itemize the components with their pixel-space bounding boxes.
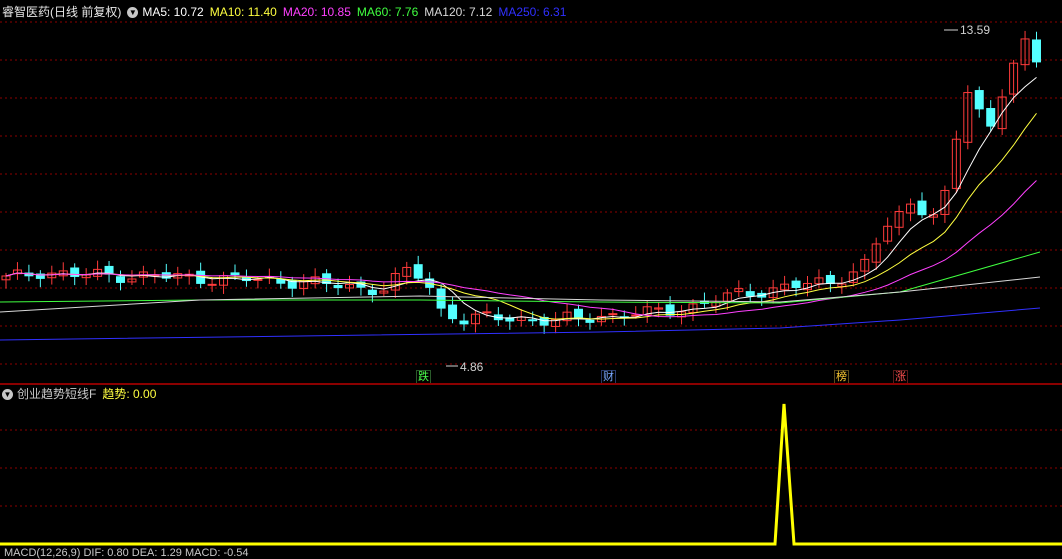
panel-divider — [0, 383, 1062, 385]
low-price-label: 4.86 — [460, 360, 484, 374]
candle-body — [574, 308, 583, 319]
candle-body — [333, 285, 343, 289]
candle-body — [986, 108, 996, 127]
candle-body — [448, 304, 458, 320]
candle-body — [665, 304, 675, 316]
candle-body — [608, 313, 618, 316]
candle-body — [528, 319, 538, 322]
candle-body — [917, 200, 927, 216]
candle-body — [482, 311, 492, 314]
candle-body — [367, 289, 377, 296]
high-price-label: 13.59 — [960, 23, 991, 37]
ma60-line — [0, 251, 1041, 304]
candle-body — [436, 288, 446, 309]
macd-footer: MACD(12,26,9) DIF: 0.80 DEA: 1.29 MACD: … — [4, 547, 249, 559]
ma20-line — [5, 180, 1037, 318]
ma120-line — [0, 276, 1041, 313]
candle-body — [791, 280, 801, 288]
ma5-line — [5, 77, 1037, 322]
trend-value: 趋势: 0.00 — [102, 387, 157, 401]
candle-body — [116, 276, 125, 283]
candle-body — [230, 272, 240, 276]
indicator-panel-header: ▼ 创业趋势短线F 趋势: 0.00 — [2, 386, 162, 402]
candle-body — [459, 320, 469, 325]
candle-body — [413, 264, 423, 279]
kline-chart[interactable] — [0, 0, 1062, 554]
candle-body — [974, 90, 984, 110]
candle-body — [207, 283, 217, 286]
candle-body — [585, 319, 595, 323]
candle-body — [825, 274, 835, 285]
candle-body — [1032, 39, 1041, 63]
chevron-down-icon[interactable]: ▼ — [2, 389, 13, 401]
candle-body — [745, 291, 755, 297]
ma250-line — [0, 307, 1041, 341]
candle-body — [276, 278, 286, 284]
indicator-title: 创业趋势短线F — [17, 387, 97, 401]
trend-indicator-line — [0, 403, 1062, 546]
